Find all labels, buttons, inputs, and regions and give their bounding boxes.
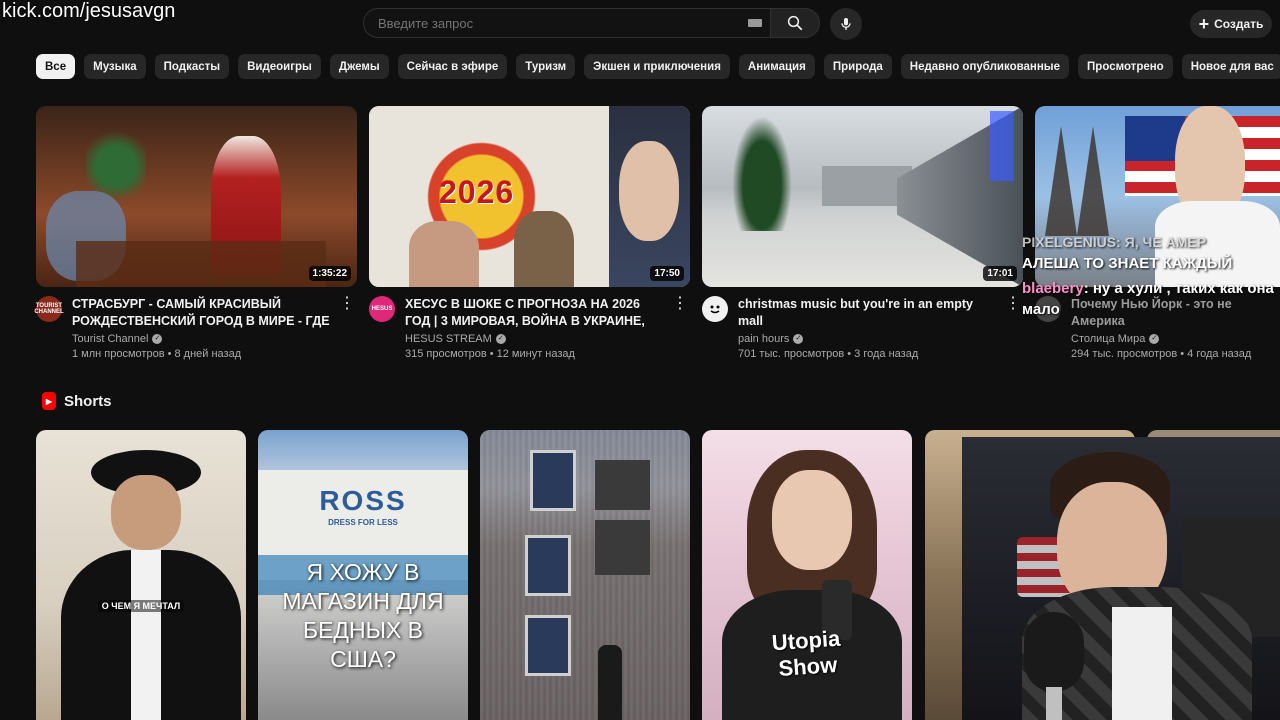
- microphone-icon: [841, 18, 851, 30]
- channel-avatar[interactable]: [702, 296, 728, 322]
- video-title[interactable]: christmas music but you're in an empty m…: [738, 296, 1000, 330]
- channel-avatar[interactable]: TOURIST CHANNEL: [34, 296, 64, 322]
- video-duration: 17:50: [650, 266, 684, 281]
- verified-icon: ✓: [793, 334, 804, 345]
- plus-icon: +: [1198, 14, 1210, 34]
- video-duration: 1:35:22: [308, 266, 351, 281]
- search-icon: [787, 15, 803, 31]
- streamer-webcam-overlay: [962, 437, 1280, 720]
- chat-username: blaebery: [1022, 280, 1084, 297]
- voice-search-button[interactable]: [830, 8, 862, 40]
- shorts-section-header: ▶ Shorts: [42, 392, 112, 410]
- video-stats: 315 просмотров • 12 минут назад: [405, 348, 575, 360]
- chat-message: blaebery: ну а хули , таких как она мало: [1022, 278, 1280, 320]
- channel-name[interactable]: pain hours ✓: [738, 333, 1000, 345]
- chip-action[interactable]: Экшен и приключения: [584, 54, 730, 79]
- shorts-icon: ▶: [42, 392, 56, 410]
- short-card[interactable]: Utopia Show: [702, 430, 912, 720]
- video-title[interactable]: СТРАСБУРГ - САМЫЙ КРАСИВЫЙ РОЖДЕСТВЕНСКИ…: [72, 296, 334, 330]
- channel-name[interactable]: Столица Мира ✓: [1071, 333, 1280, 345]
- chip-podcasts[interactable]: Подкасты: [154, 54, 230, 79]
- search-input[interactable]: [376, 14, 740, 32]
- short-card[interactable]: О ЧЕМ Я МЕЧТАЛ: [36, 430, 246, 720]
- chip-recently-uploaded[interactable]: Недавно опубликованные: [900, 54, 1070, 79]
- chip-jams[interactable]: Джемы: [329, 54, 389, 79]
- verified-icon: ✓: [152, 334, 163, 345]
- verified-icon: ✓: [495, 334, 506, 345]
- chip-nature[interactable]: Природа: [823, 54, 892, 79]
- short-card[interactable]: ROSS DRESS FOR LESS Я ХОЖУ В МАГАЗИН ДЛЯ…: [258, 430, 468, 720]
- channel-name-text: HESUS STREAM: [405, 333, 492, 345]
- left-edge: [0, 0, 6, 720]
- more-options-icon[interactable]: ⋮: [672, 296, 688, 312]
- chip-music[interactable]: Музыка: [84, 54, 146, 79]
- short-caption: О ЧЕМ Я МЕЧТАЛ: [97, 600, 185, 612]
- shorts-label: Shorts: [64, 392, 112, 410]
- video-title[interactable]: ХЕСУС В ШОКЕ С ПРОГНОЗА НА 2026 ГОД | 3 …: [405, 296, 667, 330]
- short-caption: Я ХОЖУ В МАГАЗИН ДЛЯ БЕДНЫХ В США?: [282, 559, 444, 672]
- chip-live[interactable]: Сейчас в эфире: [397, 54, 508, 79]
- store-sign-sub: DRESS FOR LESS: [328, 518, 398, 527]
- category-chips: Все Музыка Подкасты Видеоигры Джемы Сейч…: [36, 54, 1280, 79]
- video-duration: 17:01: [983, 266, 1017, 281]
- keyboard-icon[interactable]: [748, 19, 762, 27]
- thumbnail-text: 2026: [439, 174, 515, 210]
- more-options-icon[interactable]: ⋮: [1005, 296, 1021, 312]
- channel-name-text: Столица Мира: [1071, 333, 1146, 345]
- store-sign: ROSS: [319, 485, 407, 516]
- channel-name[interactable]: Tourist Channel ✓: [72, 333, 334, 345]
- channel-name[interactable]: HESUS STREAM ✓: [405, 333, 667, 345]
- chip-animation[interactable]: Анимация: [738, 54, 815, 79]
- video-thumbnail[interactable]: 2026 17:50: [369, 106, 690, 287]
- channel-avatar[interactable]: HESUS: [369, 296, 395, 322]
- verified-icon: ✓: [1149, 334, 1160, 345]
- channel-name-text: Tourist Channel: [72, 333, 149, 345]
- smiley-icon: [710, 305, 720, 314]
- search-button[interactable]: [770, 8, 820, 38]
- more-options-icon[interactable]: ⋮: [339, 296, 355, 312]
- stream-chat-overlay: PIXELGENIUS: Я, ЧЕ АМЕР АЛЕША ТО ЗНАЕТ К…: [1022, 232, 1280, 320]
- short-caption: Utopia Show: [771, 625, 842, 681]
- video-stats: 701 тыс. просмотров • 3 года назад: [738, 348, 919, 360]
- video-stats: 1 млн просмотров • 8 дней назад: [72, 348, 242, 360]
- video-card[interactable]: 17:01 christmas music but you're in an e…: [702, 106, 1023, 360]
- chip-new-for-you[interactable]: Новое для вас: [1181, 54, 1280, 79]
- video-card[interactable]: 2026 17:50 HESUS ХЕСУС В ШОКЕ С ПРОГНОЗА…: [369, 106, 690, 360]
- chip-all[interactable]: Все: [36, 54, 76, 79]
- chip-watched[interactable]: Просмотрено: [1078, 54, 1173, 79]
- channel-name-text: pain hours: [738, 333, 790, 345]
- chip-videogames[interactable]: Видеоигры: [238, 54, 321, 79]
- short-card[interactable]: [480, 430, 690, 720]
- stream-url-overlay: kick.com/jesusavgn: [2, 0, 176, 22]
- chat-ghost-line: PIXELGENIUS: Я, ЧЕ АМЕР: [1022, 234, 1207, 250]
- chip-tourism[interactable]: Туризм: [516, 54, 576, 79]
- create-label: Создать: [1214, 17, 1264, 31]
- search-box[interactable]: [363, 8, 770, 38]
- video-stats: 294 тыс. просмотров • 4 года назад: [1071, 348, 1252, 360]
- chat-line: АЛЕША ТО ЗНАЕТ КАЖДЫЙ: [1022, 255, 1233, 272]
- video-card[interactable]: 1:35:22 TOURIST CHANNEL СТРАСБУРГ - САМЫ…: [34, 106, 357, 360]
- video-thumbnail[interactable]: 17:01: [702, 106, 1023, 287]
- create-button[interactable]: + Создать: [1190, 10, 1272, 38]
- video-thumbnail[interactable]: 1:35:22: [36, 106, 357, 287]
